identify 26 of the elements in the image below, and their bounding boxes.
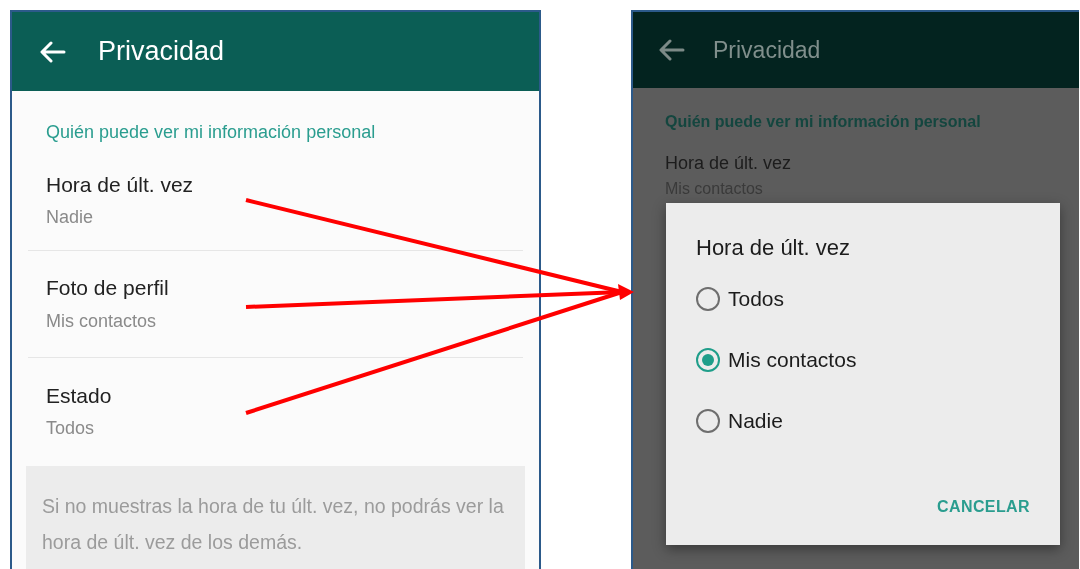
- radio-selected-icon: [696, 348, 720, 372]
- radio-option[interactable]: Mis contactos: [696, 345, 1030, 375]
- radio-option[interactable]: Nadie: [696, 406, 1030, 436]
- item-title: Foto de perfil: [46, 275, 170, 302]
- item-value: Nadie: [46, 206, 95, 230]
- option-label: Todos: [728, 286, 785, 313]
- dialog-title: Hora de últ. vez: [696, 234, 852, 262]
- radio-icon: [696, 287, 720, 311]
- item-title: Hora de últ. vez: [46, 171, 195, 198]
- screen-title: Privacidad: [713, 35, 821, 65]
- option-label: Mis contactos: [728, 347, 857, 374]
- radio-option[interactable]: Todos: [696, 284, 1030, 314]
- item-value: Todos: [46, 417, 96, 441]
- back-arrow-icon[interactable]: [659, 39, 685, 61]
- option-label: Nadie: [728, 408, 783, 435]
- radio-icon: [696, 409, 720, 433]
- info-text: Si no muestras la hora de tu últ. vez, no podrás ver la hora de últ. vez de los demás.: [42, 494, 505, 555]
- screen-title: Privacidad: [98, 35, 225, 69]
- item-title: Hora de últ. vez: [665, 152, 793, 175]
- section-title: Quién puede ver mi información personal: [45, 121, 377, 145]
- section-title: Quién puede ver mi información personal: [664, 112, 982, 132]
- settings-item[interactable]: Foto de perfil Mis contactos: [28, 249, 523, 357]
- settings-item[interactable]: Estado Todos: [28, 356, 523, 464]
- item-value: Mis contactos: [46, 309, 158, 333]
- settings-item[interactable]: Hora de últ. vez Nadie: [28, 146, 523, 250]
- item-title: Estado: [46, 382, 113, 409]
